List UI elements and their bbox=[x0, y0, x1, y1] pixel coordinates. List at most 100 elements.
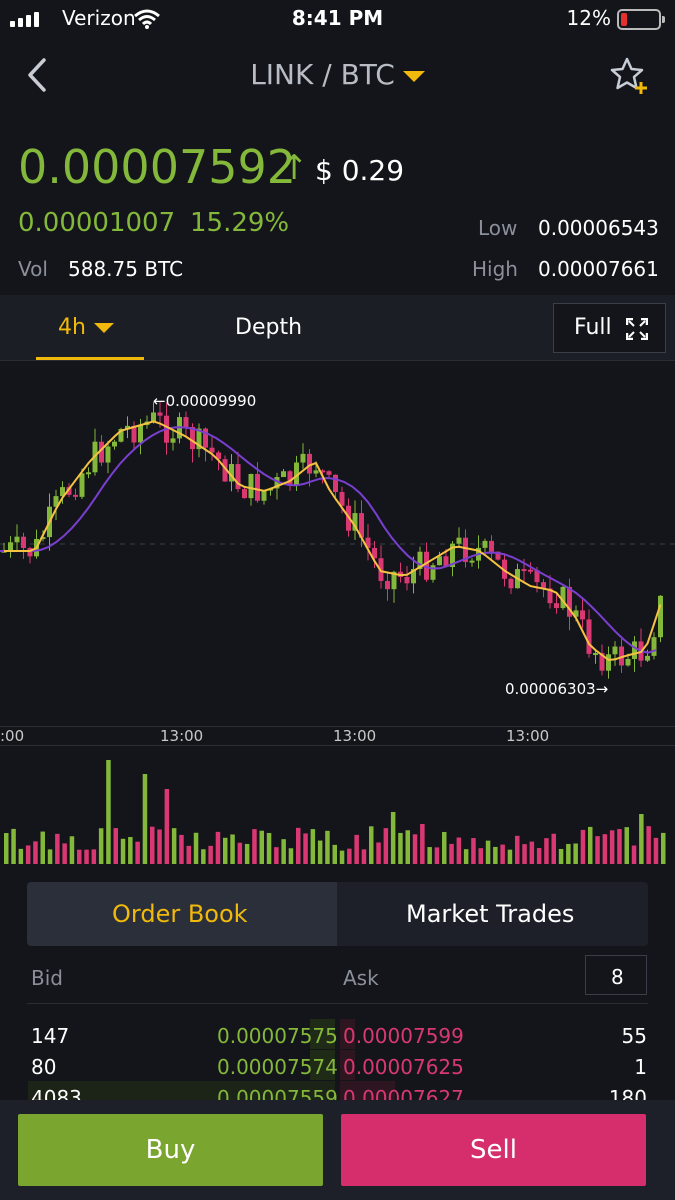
ask-price: 0.00007625 bbox=[343, 1055, 464, 1079]
volume-bar bbox=[661, 832, 666, 864]
volume-bar bbox=[449, 843, 454, 864]
candle bbox=[645, 655, 650, 661]
volume-bar bbox=[25, 845, 31, 864]
volume-bar bbox=[33, 841, 38, 864]
volume-bar bbox=[595, 836, 600, 864]
tab-interval[interactable]: 4h bbox=[36, 295, 144, 360]
volume-bar bbox=[252, 829, 257, 864]
volume-bar bbox=[296, 827, 301, 864]
volume-bar bbox=[120, 838, 126, 864]
candle bbox=[612, 646, 618, 655]
volume-bar bbox=[471, 838, 476, 864]
volume-bar bbox=[653, 837, 659, 864]
volume-bar bbox=[573, 843, 578, 864]
volume-bar bbox=[208, 845, 213, 864]
volume-bar bbox=[157, 829, 162, 864]
candle bbox=[300, 453, 306, 463]
volume-bar bbox=[624, 827, 629, 864]
candle bbox=[482, 540, 488, 548]
volume-bar bbox=[412, 834, 418, 864]
volume-bar bbox=[244, 843, 250, 864]
favorite-add-icon[interactable] bbox=[610, 56, 650, 96]
volume-bar bbox=[259, 830, 264, 864]
volume-bar bbox=[40, 831, 45, 864]
volume-bar bbox=[62, 843, 67, 864]
volume-bar bbox=[456, 837, 462, 864]
candle bbox=[580, 610, 585, 620]
depth-value: 8 bbox=[611, 965, 624, 989]
volume-bar bbox=[347, 848, 352, 864]
usd-price: $ 0.29 bbox=[315, 154, 405, 187]
volume-bar bbox=[609, 830, 615, 864]
bid-price: 0.00007575 bbox=[217, 1024, 338, 1048]
buy-button[interactable]: Buy bbox=[18, 1114, 323, 1186]
volume-bar bbox=[135, 841, 140, 864]
volume-bar bbox=[558, 848, 564, 864]
ticker-panel: 0.00007592 ↑ $ 0.29 0.00001007 15.29% Vo… bbox=[0, 114, 675, 295]
volume-bar bbox=[631, 845, 637, 864]
volume-bar bbox=[11, 828, 16, 864]
volume-bar bbox=[376, 842, 381, 864]
volume-bar bbox=[478, 848, 483, 864]
candle bbox=[625, 658, 631, 666]
volume-bar bbox=[317, 840, 323, 864]
volume-bar bbox=[390, 812, 396, 864]
candle bbox=[157, 412, 163, 416]
bid-price: 0.00007574 bbox=[217, 1055, 338, 1079]
volume-bar bbox=[544, 838, 549, 864]
volume-bar bbox=[171, 828, 177, 864]
candle bbox=[138, 424, 143, 443]
candle bbox=[632, 641, 637, 659]
volume-bar bbox=[325, 830, 330, 864]
candle bbox=[281, 471, 286, 478]
low-value: 0.00006543 bbox=[538, 216, 659, 240]
candle bbox=[242, 489, 247, 499]
volume-bar bbox=[106, 760, 111, 864]
candle bbox=[326, 471, 332, 475]
volume-bar bbox=[310, 829, 316, 864]
volume-bar bbox=[361, 849, 367, 864]
tab-market-trades-label: Market Trades bbox=[406, 900, 575, 928]
up-arrow-icon: ↑ bbox=[280, 148, 309, 188]
volume-bar bbox=[339, 850, 345, 864]
tab-market-trades[interactable]: Market Trades bbox=[338, 882, 648, 946]
volume-chart bbox=[0, 745, 675, 864]
depth-selector[interactable]: 8 bbox=[585, 955, 647, 995]
candle bbox=[170, 438, 176, 443]
candlestick-chart[interactable]: ←0.00009990 0.00006303→ bbox=[0, 360, 675, 727]
candle bbox=[658, 595, 663, 638]
time-tick: 13:00 bbox=[160, 727, 204, 745]
volume-label: Vol bbox=[18, 257, 48, 281]
volume-bar bbox=[55, 833, 60, 864]
volume-bar bbox=[442, 831, 447, 864]
volume-bar bbox=[77, 849, 82, 864]
volume-bar bbox=[529, 841, 535, 864]
volume-bar bbox=[193, 832, 199, 864]
bid-header: Bid bbox=[31, 966, 63, 990]
sell-button[interactable]: Sell bbox=[341, 1114, 646, 1186]
time-tick: :00 bbox=[0, 727, 25, 745]
volume-bar bbox=[281, 839, 286, 864]
pair-selector[interactable]: LINK / BTC bbox=[0, 58, 675, 91]
candle bbox=[489, 540, 494, 552]
volume-bar bbox=[515, 835, 520, 864]
nav-bar: LINK / BTC bbox=[0, 36, 675, 114]
candle bbox=[508, 578, 514, 589]
time-tick: 13:00 bbox=[506, 727, 550, 745]
volume-bar bbox=[164, 789, 170, 864]
candle bbox=[593, 653, 598, 656]
ask-quantity: 1 bbox=[634, 1055, 647, 1079]
volume-bar bbox=[113, 828, 118, 864]
candle bbox=[248, 473, 254, 499]
volume-bar bbox=[369, 826, 374, 864]
full-screen-button[interactable]: Full bbox=[553, 303, 666, 353]
volume-bar bbox=[602, 834, 608, 864]
orderbook-row[interactable]: 147 0.00007575 0.00007599 55 bbox=[0, 1019, 675, 1054]
volume-bar bbox=[646, 826, 651, 864]
last-price: 0.00007592 bbox=[18, 140, 297, 194]
candle bbox=[151, 412, 156, 422]
tab-order-book[interactable]: Order Book bbox=[27, 882, 337, 946]
candle bbox=[586, 619, 592, 654]
chart-high-label: ←0.00009990 bbox=[153, 392, 256, 410]
tab-depth[interactable]: Depth bbox=[235, 315, 302, 340]
